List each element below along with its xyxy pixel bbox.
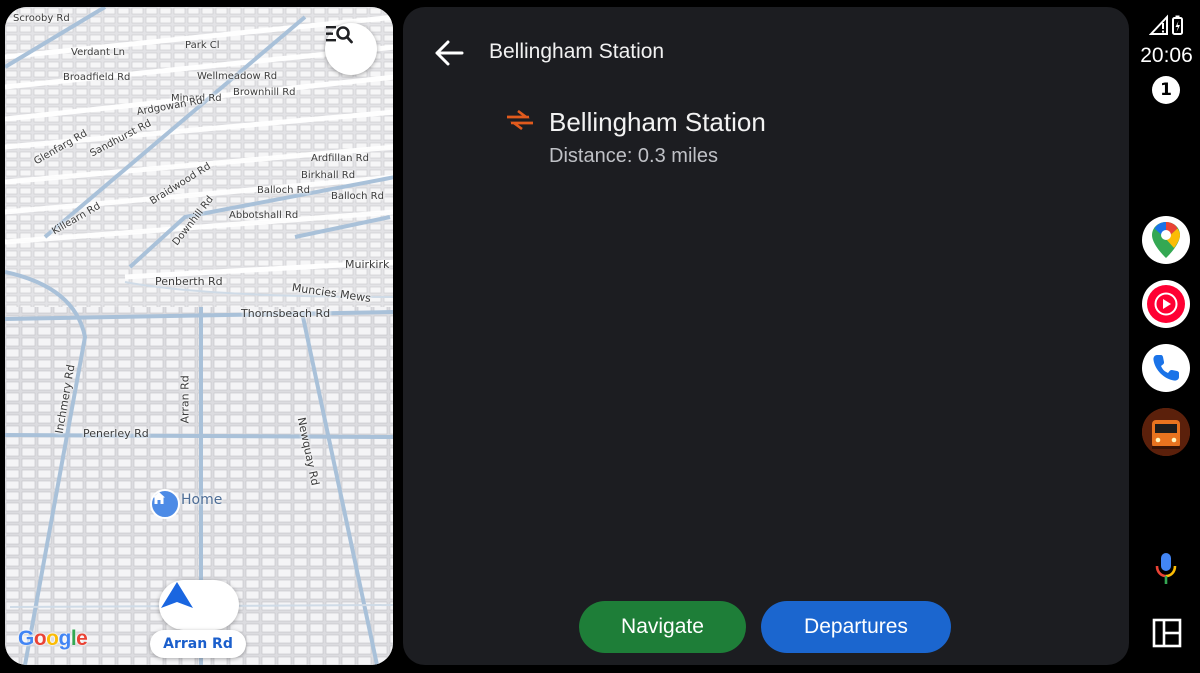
place-details-panel: Bellingham Station Bellingham Station Di… (403, 7, 1129, 665)
map-search-button[interactable] (325, 23, 377, 75)
street-label: Wellmeadow Rd (197, 71, 278, 82)
home-label[interactable]: Home (181, 492, 222, 508)
page-title: Bellingham Station (489, 40, 665, 63)
navigation-arrow-icon (161, 582, 193, 608)
street-label: Abbotshall Rd (229, 210, 299, 221)
phone-app[interactable] (1142, 344, 1190, 392)
clock: 20:06 (1140, 44, 1193, 67)
phone-icon (1153, 355, 1179, 381)
google-maps-icon (1152, 222, 1180, 258)
microphone-icon[interactable] (1155, 552, 1177, 586)
street-label: Balloch Rd (331, 191, 384, 202)
search-list-icon (326, 26, 353, 44)
street-label: Scrooby Rd (13, 13, 70, 24)
departures-button[interactable]: Departures (761, 601, 951, 653)
google-logo: Google (18, 627, 88, 650)
split-screen-icon[interactable] (1152, 618, 1182, 648)
street-label: Broadfield Rd (63, 72, 131, 83)
street-label: Brownhill Rd (233, 87, 296, 98)
home-icon (153, 492, 165, 504)
street-label: Verdant Ln (71, 47, 125, 58)
current-street-label: Arran Rd (150, 630, 246, 658)
train-app[interactable] (1142, 408, 1190, 456)
navigate-button[interactable]: Navigate (579, 601, 746, 653)
street-label: Ardfillan Rd (311, 153, 369, 164)
back-button[interactable] (431, 35, 467, 71)
home-pin[interactable] (150, 489, 180, 519)
street-label: Penerley Rd (83, 427, 149, 440)
status-icons (1148, 14, 1185, 40)
place-distance: Distance: 0.3 miles (549, 145, 718, 167)
place-name: Bellingham Station (549, 107, 766, 137)
notification-badge[interactable]: 1 (1152, 76, 1180, 104)
street-label: Balloch Rd (257, 185, 310, 196)
street-label: Muirkirk (345, 258, 390, 271)
status-rail: 20:06 1 (1133, 0, 1200, 673)
google-maps-app[interactable] (1142, 216, 1190, 264)
national-rail-icon (507, 110, 533, 130)
arrow-back-icon (435, 40, 464, 66)
street-label: Arran Rd (178, 375, 192, 424)
youtube-music-icon (1147, 285, 1185, 323)
train-app-icon (1142, 408, 1190, 456)
street-label: Birkhall Rd (301, 170, 356, 181)
youtube-music-app[interactable] (1142, 280, 1190, 328)
current-location-marker (159, 580, 239, 630)
map-view[interactable]: Scrooby Rd Park Cl Verdant Ln Broadfield… (5, 7, 393, 665)
signal-battery-icon (1148, 14, 1183, 35)
street-label: Thornsbeach Rd (241, 307, 331, 320)
street-label: Penberth Rd (155, 275, 223, 288)
street-label: Park Cl (185, 40, 220, 51)
